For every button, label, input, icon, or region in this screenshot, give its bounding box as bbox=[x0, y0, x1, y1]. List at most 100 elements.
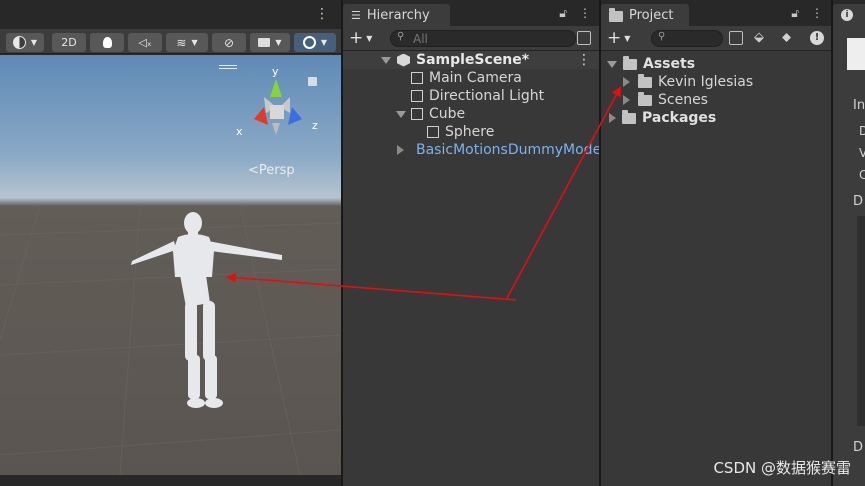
tab-project[interactable]: Project bbox=[601, 4, 689, 26]
inspector-label: D bbox=[853, 194, 864, 209]
effects-toggle-button[interactable]: ≋ ▼ bbox=[166, 33, 208, 52]
search-by-type-icon[interactable] bbox=[729, 31, 743, 45]
project-item-label: Kevin Iglesias bbox=[658, 74, 754, 90]
gizmos-dropdown[interactable]: ▼ bbox=[294, 33, 336, 52]
chevron-down-icon: ▼ bbox=[320, 38, 328, 47]
filter-by-type-icon[interactable]: ⬙ bbox=[754, 30, 764, 45]
warning-icon[interactable]: ! bbox=[810, 31, 824, 45]
folder-icon bbox=[622, 109, 636, 124]
project-item-kevin-iglesias[interactable]: Kevin Iglesias bbox=[601, 73, 831, 91]
hierarchy-item-cube[interactable]: Cube bbox=[343, 105, 599, 123]
lock-icon[interactable]: 🔓︎ bbox=[791, 6, 799, 21]
shading-sphere-icon bbox=[12, 36, 26, 49]
hierarchy-item-label: BasicMotionsDummyModel bbox=[416, 142, 599, 158]
gizmo-x-label: x bbox=[236, 125, 243, 138]
inspector-label: D bbox=[853, 440, 864, 455]
search-icon: ⚲ bbox=[658, 31, 666, 42]
cube-outline-icon bbox=[427, 126, 439, 138]
collapse-arrow-icon[interactable] bbox=[609, 113, 616, 123]
lightbulb-icon bbox=[102, 37, 112, 48]
hierarchy-tab-bar: ☰ Hierarchy 🔓︎ ⋮ bbox=[343, 0, 599, 26]
inspector-label: V bbox=[859, 146, 865, 160]
inspector-panel: i In D V C D D bbox=[833, 0, 865, 486]
inspector-tab-bar: i bbox=[833, 0, 865, 26]
scene-view-panel: ⋮ ▼ 2D ◁ₓ ≋ ▼ ⊘ ▼ ▼ y x z <Persp bbox=[0, 0, 341, 486]
scene-visibility-icon[interactable] bbox=[577, 31, 591, 45]
create-dropdown-button[interactable]: + ▼ bbox=[349, 28, 372, 48]
scene-toolbar: ▼ 2D ◁ₓ ≋ ▼ ⊘ ▼ ▼ bbox=[0, 29, 341, 54]
info-icon: i bbox=[841, 9, 853, 21]
hierarchy-panel: ☰ Hierarchy 🔓︎ ⋮ +▼ ⚲ SampleScene* ⋮ Mai… bbox=[343, 0, 599, 486]
scene-tab-bar: ⋮ bbox=[0, 0, 341, 26]
hierarchy-toolbar: + ▼ ⚲ bbox=[343, 26, 599, 51]
kebab-menu-icon[interactable]: ⋮ bbox=[579, 6, 591, 21]
toggle-2d-button[interactable]: 2D bbox=[52, 33, 86, 52]
project-search-field[interactable]: ⚲ bbox=[651, 30, 723, 47]
audio-toggle-button[interactable]: ◁ₓ bbox=[128, 33, 162, 52]
project-item-label: Packages bbox=[642, 110, 717, 126]
lock-icon[interactable]: 🔓︎ bbox=[559, 6, 567, 21]
plus-icon: + bbox=[349, 28, 364, 48]
expand-arrow-icon[interactable] bbox=[396, 110, 406, 118]
globe-icon bbox=[302, 36, 316, 49]
hierarchy-search-input[interactable] bbox=[413, 31, 563, 46]
chevron-down-icon: ▼ bbox=[30, 38, 38, 47]
watermark-text: CSDN @数据猴赛雷 bbox=[713, 459, 851, 477]
camera-settings-dropdown[interactable]: ▼ bbox=[250, 33, 290, 52]
tab-hierarchy[interactable]: ☰ Hierarchy bbox=[343, 4, 450, 26]
gizmo-drag-handle[interactable] bbox=[219, 65, 237, 69]
hierarchy-item-scene[interactable]: SampleScene* ⋮ bbox=[343, 51, 599, 69]
collapse-arrow-icon[interactable] bbox=[623, 77, 630, 87]
kebab-menu-icon[interactable]: ⋮ bbox=[811, 6, 823, 21]
hierarchy-search-field[interactable]: ⚲ bbox=[390, 30, 576, 47]
cube-outline-icon bbox=[411, 90, 423, 102]
project-item-packages[interactable]: Packages bbox=[601, 109, 831, 127]
tab-inspector[interactable]: i bbox=[833, 4, 865, 26]
hierarchy-item-label: Main Camera bbox=[429, 70, 522, 86]
project-panel: Project 🔓︎ ⋮ + ▼ ⚲ ⬙ ⬥ ! Assets Kevin Igl… bbox=[601, 0, 831, 486]
folder-icon bbox=[609, 8, 623, 22]
hierarchy-item-label: Directional Light bbox=[429, 88, 545, 104]
camera-icon bbox=[258, 38, 271, 47]
toggle-2d-label: 2D bbox=[61, 36, 77, 49]
scene-viewport[interactable]: y x z <Persp bbox=[0, 55, 341, 475]
chevron-left-icon: < bbox=[248, 163, 259, 178]
expand-arrow-icon[interactable] bbox=[607, 60, 617, 68]
collapse-arrow-icon[interactable] bbox=[397, 145, 404, 155]
speaker-mute-icon: ◁ₓ bbox=[138, 36, 152, 49]
lighting-toggle-button[interactable] bbox=[90, 33, 124, 52]
hierarchy-item-prefab[interactable]: BasicMotionsDummyModel bbox=[343, 141, 599, 159]
unity-scene-icon bbox=[397, 53, 410, 67]
chevron-down-icon: ▼ bbox=[624, 33, 631, 43]
hierarchy-tab-controls: 🔓︎ ⋮ bbox=[559, 6, 591, 21]
hierarchy-item-sphere[interactable]: Sphere bbox=[343, 123, 599, 141]
tab-project-label: Project bbox=[629, 7, 674, 23]
filter-by-label-icon[interactable]: ⬥ bbox=[782, 30, 791, 45]
character-model[interactable] bbox=[131, 212, 282, 408]
list-icon: ☰ bbox=[351, 8, 361, 22]
gizmo-lock-icon[interactable] bbox=[308, 77, 317, 86]
project-item-scenes[interactable]: Scenes bbox=[601, 91, 831, 109]
gizmo-y-label: y bbox=[272, 65, 279, 78]
persp-label[interactable]: <Persp bbox=[248, 163, 295, 178]
chevron-down-icon: ▼ bbox=[191, 38, 198, 47]
project-tab-bar: Project 🔓︎ ⋮ bbox=[601, 0, 831, 26]
plus-icon: + bbox=[607, 28, 622, 48]
expand-arrow-icon[interactable] bbox=[381, 56, 391, 64]
folder-icon bbox=[638, 73, 652, 88]
kebab-menu-icon[interactable]: ⋮ bbox=[577, 52, 591, 68]
project-item-assets[interactable]: Assets bbox=[601, 55, 831, 73]
hierarchy-item-label: Sphere bbox=[445, 124, 495, 140]
scene-bottom-bar bbox=[0, 475, 341, 486]
search-icon: ⚲ bbox=[397, 31, 405, 42]
hidden-objects-toggle-button[interactable]: ⊘ bbox=[212, 33, 246, 52]
hierarchy-item-directional-light[interactable]: Directional Light bbox=[343, 87, 599, 105]
kebab-menu-icon[interactable]: ⋮ bbox=[315, 6, 329, 22]
hierarchy-item-main-camera[interactable]: Main Camera bbox=[343, 69, 599, 87]
tab-hierarchy-label: Hierarchy bbox=[366, 7, 430, 23]
create-asset-dropdown-button[interactable]: + ▼ bbox=[607, 28, 630, 48]
shading-mode-dropdown[interactable]: ▼ bbox=[6, 33, 44, 52]
cube-outline-icon bbox=[411, 108, 423, 120]
collapse-arrow-icon[interactable] bbox=[623, 95, 630, 105]
project-toolbar: + ▼ ⚲ ⬙ ⬥ ! bbox=[601, 26, 831, 51]
